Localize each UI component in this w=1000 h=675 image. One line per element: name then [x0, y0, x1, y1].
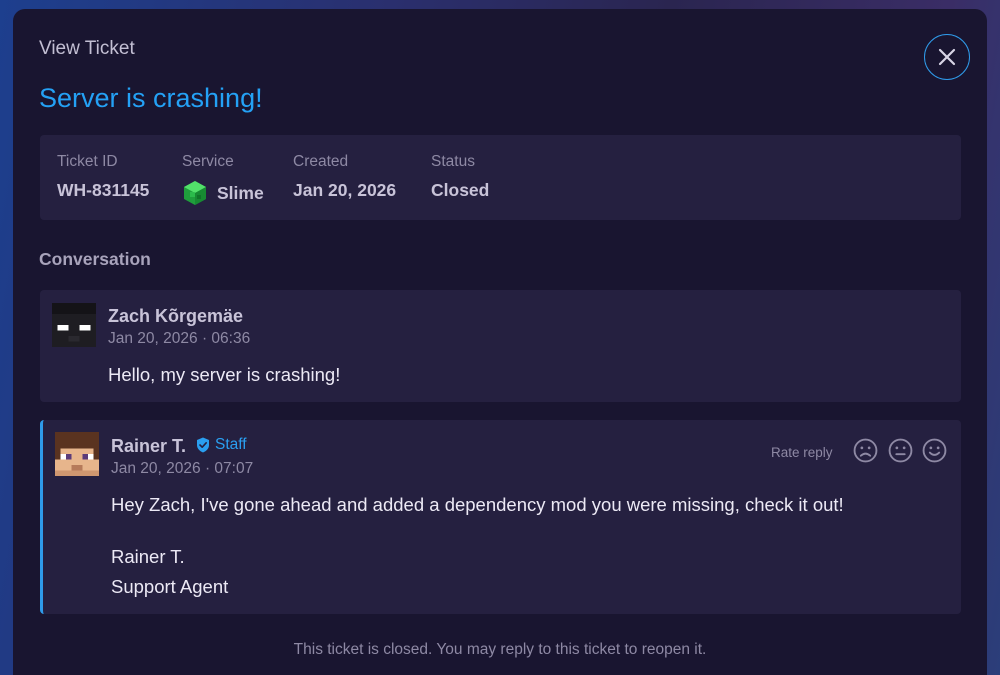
- status-field: Status Closed: [431, 153, 489, 201]
- sad-face-icon[interactable]: [853, 438, 878, 463]
- rate-reply-label: Rate reply: [771, 445, 833, 460]
- service-value-row: Slime: [182, 180, 264, 206]
- message-timestamp: Jan 20, 2026 · 06:36: [108, 330, 251, 347]
- created-field: Created Jan 20, 2026: [293, 153, 396, 201]
- neutral-face-icon[interactable]: [888, 438, 913, 463]
- service-label: Service: [182, 153, 234, 170]
- staff-avatar: [55, 432, 99, 476]
- slime-block-icon: [184, 181, 206, 205]
- service-field: Service Slime: [182, 153, 264, 206]
- close-button[interactable]: [924, 34, 970, 80]
- ticket-info-box: Ticket ID WH-831145 Service Slime Create…: [40, 135, 961, 220]
- status-value: Closed: [431, 180, 490, 200]
- created-value: Jan 20, 2026: [293, 180, 397, 200]
- message-body: Hello, my server is crashing!: [108, 364, 341, 385]
- message-card-staff: Rainer T. Staff Jan 20, 2026 · 07:07 Rat…: [40, 420, 961, 614]
- conversation-label: Conversation: [39, 249, 151, 269]
- signature-name: Rainer T.: [111, 546, 185, 567]
- status-label: Status: [431, 153, 475, 170]
- staff-badge: Staff: [196, 436, 247, 454]
- message-author: Rainer T.: [111, 436, 187, 456]
- message-body: Hey Zach, I've gone ahead and added a de…: [111, 494, 844, 515]
- view-ticket-modal: View Ticket Server is crashing! Ticket I…: [13, 9, 987, 675]
- ticket-title: Server is crashing!: [39, 83, 263, 113]
- message-card-customer: Zach Kõrgemäe Jan 20, 2026 · 06:36 Hello…: [40, 290, 961, 402]
- happy-face-icon[interactable]: [922, 438, 947, 463]
- close-icon: [938, 48, 956, 66]
- ticket-id-field: Ticket ID WH-831145: [57, 153, 149, 201]
- message-author: Zach Kõrgemäe: [108, 306, 244, 326]
- message-timestamp: Jan 20, 2026 · 07:07: [111, 460, 254, 477]
- service-value: Slime: [217, 182, 264, 203]
- closed-ticket-note: This ticket is closed. You may reply to …: [293, 641, 707, 658]
- shield-check-icon: [197, 437, 209, 453]
- modal-header-label: View Ticket: [39, 38, 135, 59]
- ticket-id-value: WH-831145: [57, 180, 150, 200]
- created-label: Created: [293, 153, 349, 170]
- signature-role: Support Agent: [111, 576, 229, 597]
- staff-badge-label: Staff: [215, 436, 247, 453]
- ticket-id-label: Ticket ID: [57, 153, 118, 170]
- customer-avatar: [52, 303, 96, 347]
